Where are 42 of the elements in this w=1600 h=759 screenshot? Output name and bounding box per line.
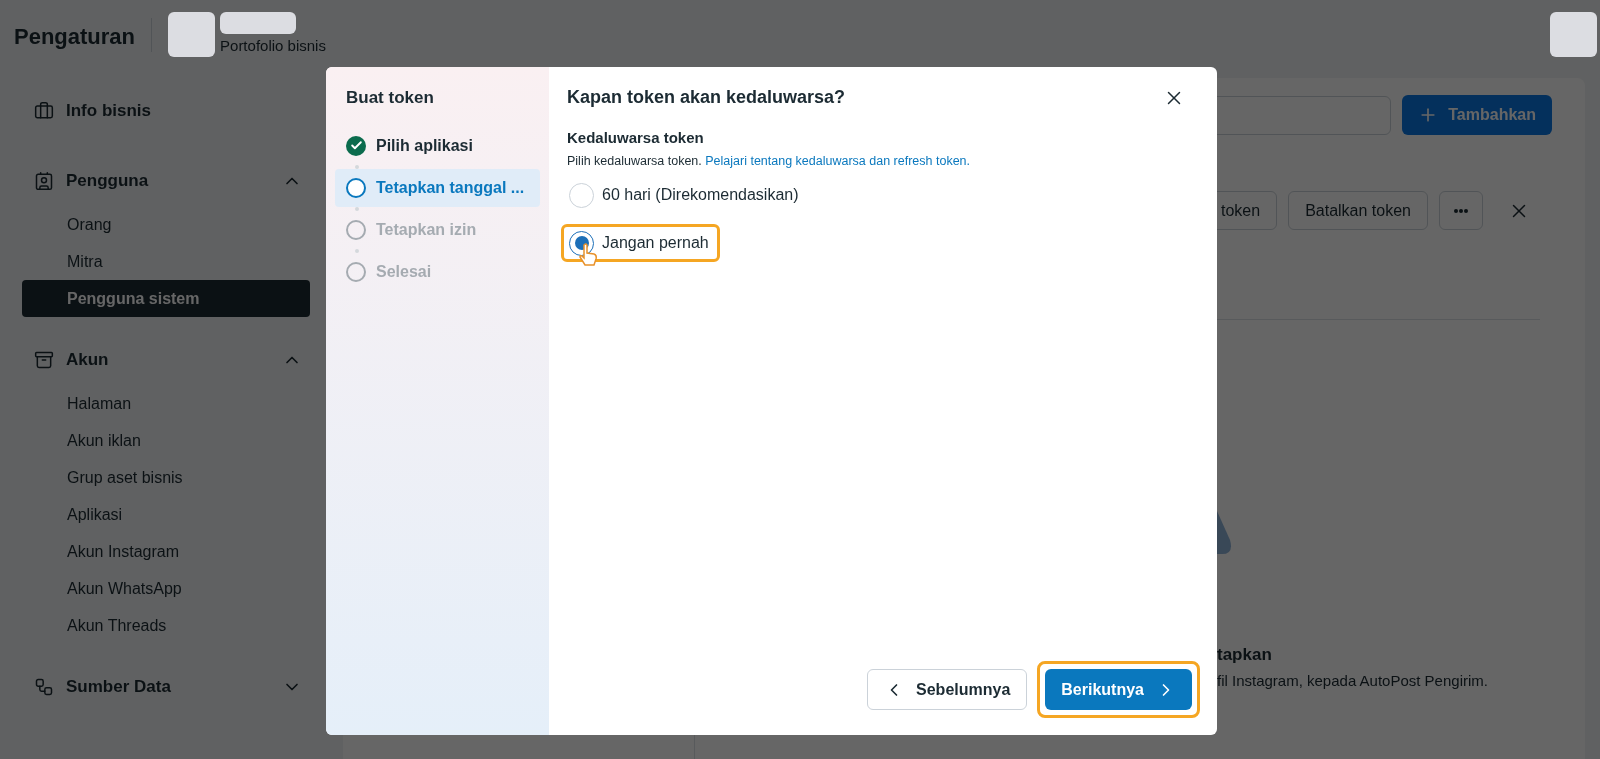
sidebar-item[interactable]: Orang <box>22 206 310 243</box>
briefcase-icon <box>34 101 54 121</box>
field-label: Kedaluwarsa token <box>567 128 705 148</box>
dialog-sidebar-title: Buat token <box>345 87 435 109</box>
radio-option[interactable]: 60 hari (Direkomendasikan) <box>561 176 810 215</box>
profile-placeholder <box>1550 12 1597 57</box>
action-button[interactable]: Batalkan token <box>1288 191 1428 230</box>
contact-card-icon <box>34 171 54 191</box>
empty-state-heading: tapkan <box>1217 644 1273 666</box>
sidebar-item[interactable]: Akun iklan <box>22 422 310 459</box>
page-title: Pengaturan <box>14 23 136 51</box>
portfolio-label: Portofolio bisnis <box>220 36 326 56</box>
sidebar-item[interactable]: Akun WhatsApp <box>22 570 310 607</box>
radio-option[interactable]: Jangan pernah <box>561 224 720 263</box>
archive-box-icon <box>34 350 54 370</box>
sidebar-section-title[interactable]: Info bisnis <box>66 98 302 124</box>
sidebar-item[interactable]: Halaman <box>22 385 310 422</box>
add-button[interactable]: Tambahkan <box>1402 95 1552 135</box>
avatar-placeholder <box>168 12 216 57</box>
more-icon <box>1454 208 1468 213</box>
sidebar-item[interactable]: Aplikasi <box>22 496 310 533</box>
step-item[interactable]: Selesai <box>335 252 540 291</box>
dialog-title: Kapan token akan kedaluwarsa? <box>567 86 846 109</box>
empty-state-description: fil Instagram, kepada AutoPost Pengirim. <box>1217 670 1489 691</box>
next-button[interactable]: Berikutnya <box>1045 669 1192 710</box>
sidebar-item[interactable]: Pengguna sistem <box>22 280 310 317</box>
back-button[interactable]: Sebelumnya <box>867 669 1028 710</box>
help-link[interactable]: Pelajari tentang kedaluwarsa dan refresh token. <box>705 153 971 168</box>
step-item[interactable]: Tetapkan izin <box>335 210 540 249</box>
hand-cursor-icon <box>578 243 598 268</box>
nodes-icon <box>34 677 54 697</box>
more-button[interactable] <box>1439 191 1483 230</box>
help-text: Pilih kedaluwarsa token. Pelajari tentang kedaluwarsa dan refresh token. <box>567 152 972 170</box>
step-item[interactable]: Pilih aplikasi <box>335 126 540 165</box>
sidebar-item[interactable]: Akun Threads <box>22 607 310 644</box>
sidebar-section-title[interactable]: Pengguna <box>66 168 282 194</box>
sidebar-item[interactable]: Akun Instagram <box>22 533 310 570</box>
sidebar-item[interactable]: Mitra <box>22 243 310 280</box>
sidebar-item[interactable]: Grup aset bisnis <box>22 459 310 496</box>
step-item[interactable]: Tetapkan tanggal ... <box>335 168 540 207</box>
sidebar-section-title[interactable]: Akun <box>66 347 282 373</box>
sidebar-section-title[interactable]: Sumber Data <box>66 674 282 700</box>
